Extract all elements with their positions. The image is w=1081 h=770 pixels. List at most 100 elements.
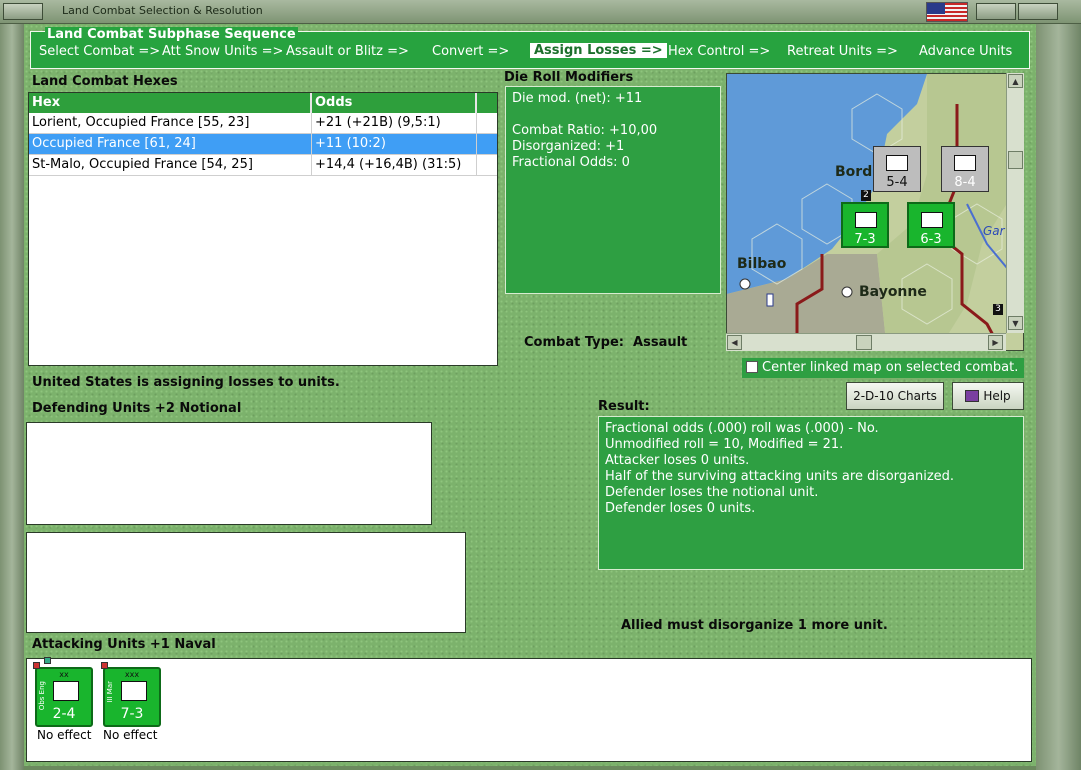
result-line: Defender loses the notional unit. [605,485,819,500]
scroll-up-icon[interactable]: ▲ [1008,74,1023,88]
unit-effect: No effect [37,728,92,742]
phase-convert[interactable]: Convert => [432,44,509,59]
attacking-unit-2-4[interactable]: xx Obs Eng 2-4 [33,657,93,727]
combat-type-value: Assault [633,335,688,350]
result-title: Result: [598,399,650,414]
stack-count: 2 [861,190,871,201]
attacking-units-list[interactable]: xx Obs Eng 2-4 No effect xxx III Mar 7-3… [26,657,1032,762]
combat-type: Combat Type: Assault [524,335,687,350]
modifiers-panel: Die mod. (net): +11 Combat Ratio: +10,00… [505,86,721,294]
unit-value: 7-3 [854,232,876,247]
phase-assault-or-blitz[interactable]: Assault or Blitz => [286,44,409,59]
result-line: Defender loses 0 units. [605,501,756,516]
phase-assign-losses[interactable]: Assign Losses => [530,43,667,58]
linked-map[interactable]: Bord Bilbao Bayonne Gar 5-4 8-4 7-3 6-3 … [726,73,1024,351]
row-odds: +21 (+21B) (9,5:1) [312,113,477,133]
engineer-symbol-icon [53,681,79,701]
map-unit-7-3[interactable]: 7-3 [841,202,889,248]
center-map-checkbox[interactable] [746,361,758,373]
modifiers-title: Die Roll Modifiers [504,70,634,85]
attacking-unit-7-3[interactable]: xxx III Mar 7-3 [101,662,161,727]
book-icon [965,390,980,402]
row-hex: St-Malo, Occupied France [54, 25] [29,155,312,175]
window-title: Land Combat Selection & Resolution [62,4,263,17]
unit-designation: III Mar [106,681,114,703]
infantry-symbol-icon [921,212,943,228]
help-label: Help [983,389,1011,403]
unit-value: 7-3 [120,706,144,722]
col-hex[interactable]: Hex [29,93,312,113]
window-menu-button[interactable] [3,3,43,20]
result-line: Fractional odds (.000) roll was (.000) -… [605,421,879,436]
disorganize-notice: Allied must disorganize 1 more unit. [621,618,888,633]
row-hex: Lorient, Occupied France [55, 23] [29,113,312,133]
content-area: Land Combat Subphase Sequence Select Com… [24,24,1036,766]
hexes-title: Land Combat Hexes [32,74,178,89]
marine-symbol-icon [121,681,147,701]
minimize-button[interactable] [976,3,1016,20]
defending-title: Defending Units +2 Notional [32,401,242,416]
scroll-left-icon[interactable]: ◀ [727,335,742,350]
center-map-label: Center linked map on selected combat. [762,360,1019,375]
us-flag-icon [926,2,968,22]
phase-att-snow-units[interactable]: Att Snow Units => [162,44,283,59]
map-vertical-scrollbar[interactable]: ▲ ▼ [1006,73,1024,333]
phase-retreat-units[interactable]: Retreat Units => [787,44,898,59]
row-odds: +14,4 (+16,4B) (31:5) [312,155,477,175]
map-unit-8-4[interactable]: 8-4 [941,146,989,192]
modifier-disorganized: Disorganized: +1 [512,139,625,154]
unit-value: 6-3 [920,232,942,247]
phase-advance-units[interactable]: Advance Units [919,44,1012,59]
unit-value: 5-4 [886,175,908,190]
phase-legend: Land Combat Subphase Sequence [45,27,298,42]
combat-type-label: Combat Type: [524,335,624,350]
table-row[interactable]: St-Malo, Occupied France [54, 25] +14,4 … [29,155,497,176]
result-line: Unmodified roll = 10, Modified = 21. [605,437,844,452]
status-text: United States is assigning losses to uni… [32,375,340,390]
scroll-right-icon[interactable]: ▶ [988,335,1003,350]
infantry-symbol-icon [954,155,976,171]
unit-size: xxx [124,670,140,679]
map-horizontal-scrollbar[interactable]: ◀ ▶ [726,333,1006,351]
defending-units-list[interactable] [26,422,432,525]
map-label-garonne: Gar [983,224,1005,238]
unit-value: 8-4 [954,175,976,190]
table-row[interactable]: Lorient, Occupied France [55, 23] +21 (+… [29,113,497,134]
modifier-net: Die mod. (net): +11 [512,91,643,106]
defending-notional-list[interactable] [26,532,466,633]
hexes-table: Hex Odds Lorient, Occupied France [55, 2… [28,92,498,366]
col-odds[interactable]: Odds [312,93,477,113]
infantry-symbol-icon [886,155,908,171]
scroll-thumb[interactable] [1008,151,1023,169]
scroll-thumb[interactable] [856,335,872,350]
map-unit-6-3[interactable]: 6-3 [907,202,955,248]
result-line: Attacker loses 0 units. [605,453,750,468]
map-label-bord: Bord [835,164,873,180]
flag-marker-icon [101,662,108,669]
row-odds: +11 (10:2) [312,134,477,154]
left-frame [0,24,24,770]
map-unit-5-4[interactable]: 5-4 [873,146,921,192]
attacking-title: Attacking Units +1 Naval [32,637,216,652]
phase-hex-control[interactable]: Hex Control => [668,44,770,59]
map-label-bilbao: Bilbao [737,256,787,272]
map-label-bayonne: Bayonne [859,284,927,300]
modifier-ratio: Combat Ratio: +10,00 [512,123,658,138]
center-map-option[interactable]: Center linked map on selected combat. [742,358,1024,378]
row-hex: Occupied France [61, 24] [29,134,312,154]
result-panel: Fractional odds (.000) roll was (.000) -… [598,416,1024,570]
charts-button[interactable]: 2-D-10 Charts [846,382,944,410]
modifier-fractional: Fractional Odds: 0 [512,155,630,170]
phase-sequence: Land Combat Subphase Sequence Select Com… [30,27,1030,69]
scroll-down-icon[interactable]: ▼ [1008,316,1023,330]
close-button[interactable] [1018,3,1058,20]
modifier-blank [512,107,714,123]
table-row-selected[interactable]: Occupied France [61, 24] +11 (10:2) [29,134,497,155]
marine-symbol-icon [855,212,877,228]
help-button[interactable]: Help [952,382,1024,410]
right-frame [1036,24,1081,770]
stack-count: 3 [993,304,1003,315]
flag-marker-icon [44,657,51,664]
phase-select-combat[interactable]: Select Combat => [39,44,160,59]
unit-size: xx [59,670,69,679]
